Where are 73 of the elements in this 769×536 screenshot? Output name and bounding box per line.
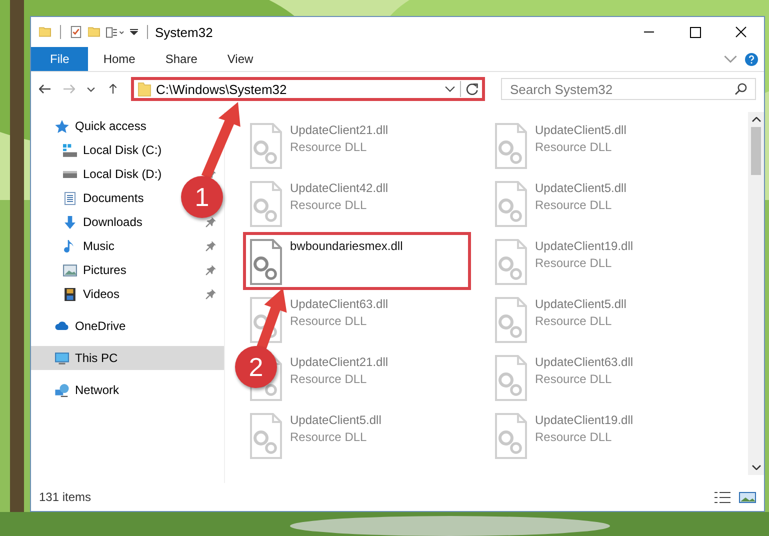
arrow xyxy=(256,288,287,351)
file-name[interactable]: UpdateClient42.dll xyxy=(290,181,388,195)
file-type: Resource DLL xyxy=(535,140,612,154)
file-name[interactable]: UpdateClient21.dll xyxy=(290,123,388,137)
nav-item[interactable]: Local Disk (D:) xyxy=(31,162,176,186)
file-type: Resource DLL xyxy=(290,430,367,444)
file-name[interactable]: UpdateClient19.dll xyxy=(535,413,634,427)
file-name[interactable]: UpdateClient63.dll xyxy=(535,355,634,369)
search-field[interactable]: Search System32 xyxy=(501,78,756,100)
folder-icon xyxy=(138,82,151,96)
recent-dropdown-icon[interactable] xyxy=(87,86,95,92)
file-type: Resource DLL xyxy=(535,256,612,270)
film-icon xyxy=(63,288,77,300)
nav-item[interactable]: Music xyxy=(31,234,176,258)
file-name[interactable]: UpdateClient5.dll xyxy=(535,123,626,137)
step-number: 2 xyxy=(235,346,277,388)
address-bar[interactable]: C:\Windows\System32 xyxy=(131,77,485,101)
ribbon-tab[interactable]: File xyxy=(31,47,88,71)
file-name[interactable]: UpdateClient63.dll xyxy=(290,297,388,311)
details-view-icon[interactable] xyxy=(714,492,731,502)
network-icon xyxy=(55,384,69,396)
search-icon[interactable] xyxy=(735,83,747,95)
star-icon xyxy=(55,120,69,132)
file-type: Resource DLL xyxy=(535,198,612,212)
file-type: Resource DLL xyxy=(290,198,367,212)
nav-item[interactable]: Local Disk (C:) xyxy=(31,138,176,162)
nav-item[interactable]: Pictures xyxy=(31,258,176,282)
scroll-thumb[interactable] xyxy=(751,127,761,175)
cloud-icon xyxy=(55,320,69,332)
help-icon[interactable] xyxy=(745,52,758,66)
ribbon-tab[interactable]: View xyxy=(212,47,268,71)
properties-icon[interactable] xyxy=(106,26,124,38)
picture-icon xyxy=(63,264,77,276)
back-icon[interactable] xyxy=(39,84,51,94)
file-name[interactable]: UpdateClient5.dll xyxy=(535,181,626,195)
document-icon xyxy=(63,192,77,204)
up-icon[interactable] xyxy=(107,84,119,94)
file-type: Resource DLL xyxy=(290,372,367,386)
nav-item[interactable]: Network xyxy=(31,378,224,402)
chevron-icon[interactable] xyxy=(724,55,737,63)
file-type: Resource DLL xyxy=(290,314,367,328)
file-name[interactable]: UpdateClient5.dll xyxy=(535,297,626,311)
file-name[interactable]: UpdateClient21.dll xyxy=(290,355,388,369)
nav-item[interactable]: Quick access xyxy=(31,114,224,138)
file-type: Resource DLL xyxy=(535,314,612,328)
window-title: System32 xyxy=(155,24,214,40)
address-path: C:\Windows\System32 xyxy=(156,82,288,96)
scroll-down-icon[interactable] xyxy=(752,465,760,470)
dropdown-icon[interactable] xyxy=(130,29,138,35)
scroll-up-icon[interactable] xyxy=(752,117,760,122)
checklist-icon[interactable] xyxy=(70,26,82,38)
thumbnail-view-icon[interactable] xyxy=(739,492,756,502)
nav-item[interactable]: This PC xyxy=(31,346,224,370)
ribbon-tab[interactable]: Share xyxy=(150,47,212,71)
item-count: 131 items xyxy=(39,490,92,504)
dropdown-icon[interactable] xyxy=(445,86,455,92)
nav-item[interactable]: Videos xyxy=(31,282,176,306)
file-type: Resource DLL xyxy=(535,372,612,386)
file-type: Resource DLL xyxy=(290,140,367,154)
scrollbar[interactable] xyxy=(748,112,764,475)
step-number: 1 xyxy=(181,176,223,218)
computer-icon xyxy=(55,352,69,364)
file-name[interactable]: UpdateClient5.dll xyxy=(290,413,382,427)
nav-item[interactable]: Downloads xyxy=(31,210,176,234)
nav-item[interactable]: Documents xyxy=(31,186,176,210)
nav-item[interactable]: OneDrive xyxy=(31,314,224,338)
file-name[interactable]: UpdateClient19.dll xyxy=(535,239,634,253)
file-name[interactable]: bwboundariesmex.dll xyxy=(290,239,403,253)
drive-icon xyxy=(63,144,77,156)
refresh-icon[interactable] xyxy=(466,83,478,95)
file-type: Resource DLL xyxy=(535,430,612,444)
ribbon-tab[interactable]: Home xyxy=(88,47,150,71)
download-icon xyxy=(63,216,77,228)
